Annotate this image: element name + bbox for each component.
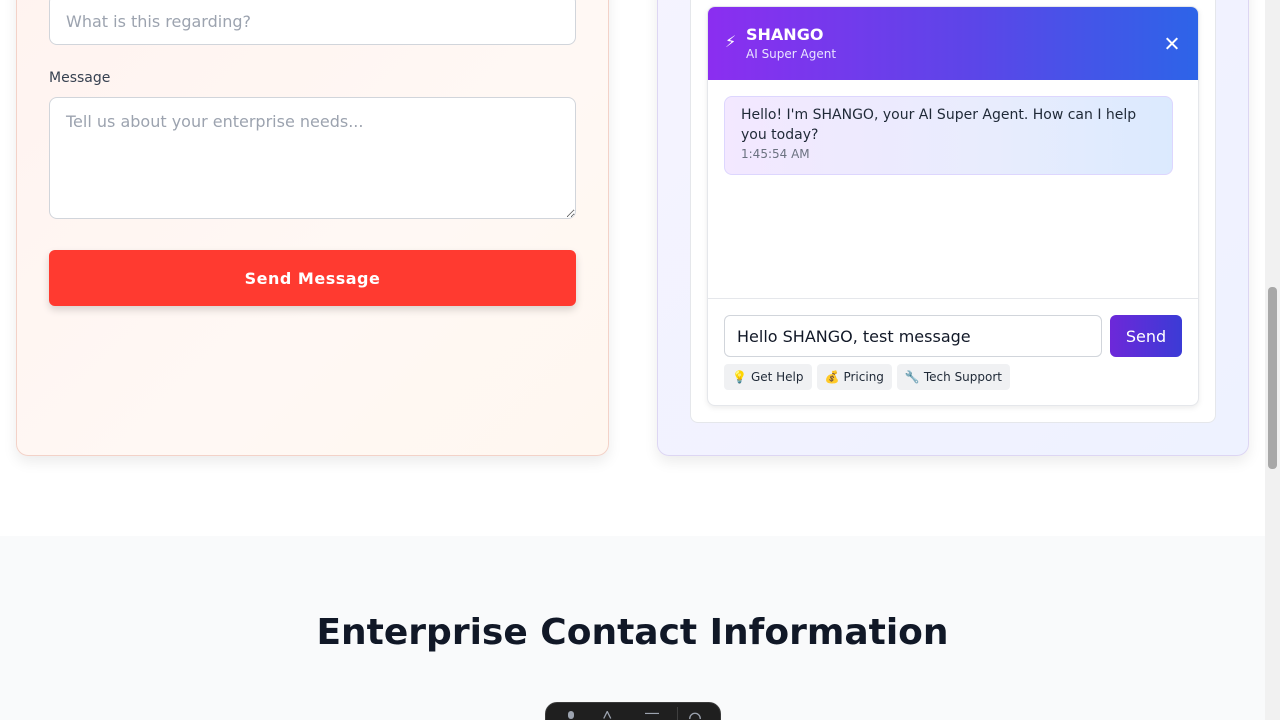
send-message-button[interactable]: Send Message xyxy=(49,250,576,306)
subject-input[interactable] xyxy=(49,0,576,45)
chat-divider xyxy=(708,298,1198,299)
quick-action-pricing[interactable]: 💰 Pricing xyxy=(816,364,892,390)
quick-action-label: Get Help xyxy=(750,370,804,384)
message-timestamp: 1:45:54 AM xyxy=(741,147,810,161)
floating-toolbar xyxy=(545,702,721,720)
lightning-bolt-icon: ⚡ xyxy=(725,32,737,51)
quick-action-label: Pricing xyxy=(843,370,884,384)
toolbar-divider xyxy=(677,707,678,720)
scrollbar-thumb[interactable] xyxy=(1268,287,1277,469)
contact-form-card xyxy=(16,0,609,456)
chat-widget: ⚡ SHANGO AI Super Agent Hello! I'm SHANG… xyxy=(707,6,1199,406)
message-label: Message xyxy=(49,70,111,86)
quick-action-label: Tech Support xyxy=(923,370,1003,384)
message-textarea[interactable] xyxy=(49,97,576,219)
quick-actions: 💡 Get Help 💰 Pricing 🔧 Tech Support xyxy=(724,364,1011,390)
chat-message-input[interactable] xyxy=(724,315,1102,357)
money-bag-icon: 💰 xyxy=(824,370,840,384)
bot-message-bubble: Hello! I'm SHANGO, your AI Super Agent. … xyxy=(724,96,1173,175)
section-title: Enterprise Contact Information xyxy=(316,612,949,653)
close-icon[interactable] xyxy=(1160,31,1184,55)
menu-icon[interactable] xyxy=(645,711,659,719)
gear-icon[interactable] xyxy=(688,711,702,719)
quick-action-tech-support[interactable]: 🔧 Tech Support xyxy=(896,364,1011,390)
quick-action-get-help[interactable]: 💡 Get Help xyxy=(724,364,812,390)
wrench-icon: 🔧 xyxy=(904,370,920,384)
agent-name: SHANGO xyxy=(746,25,824,44)
agent-subtitle: AI Super Agent xyxy=(746,47,837,61)
pointer-icon[interactable] xyxy=(602,711,616,719)
bot-message-text: Hello! I'm SHANGO, your AI Super Agent. … xyxy=(741,107,1137,143)
lightbulb-icon: 💡 xyxy=(732,370,747,384)
chat-send-button[interactable]: Send xyxy=(1110,315,1182,357)
microphone-icon[interactable] xyxy=(564,711,578,719)
chat-header: ⚡ SHANGO AI Super Agent xyxy=(708,7,1198,80)
